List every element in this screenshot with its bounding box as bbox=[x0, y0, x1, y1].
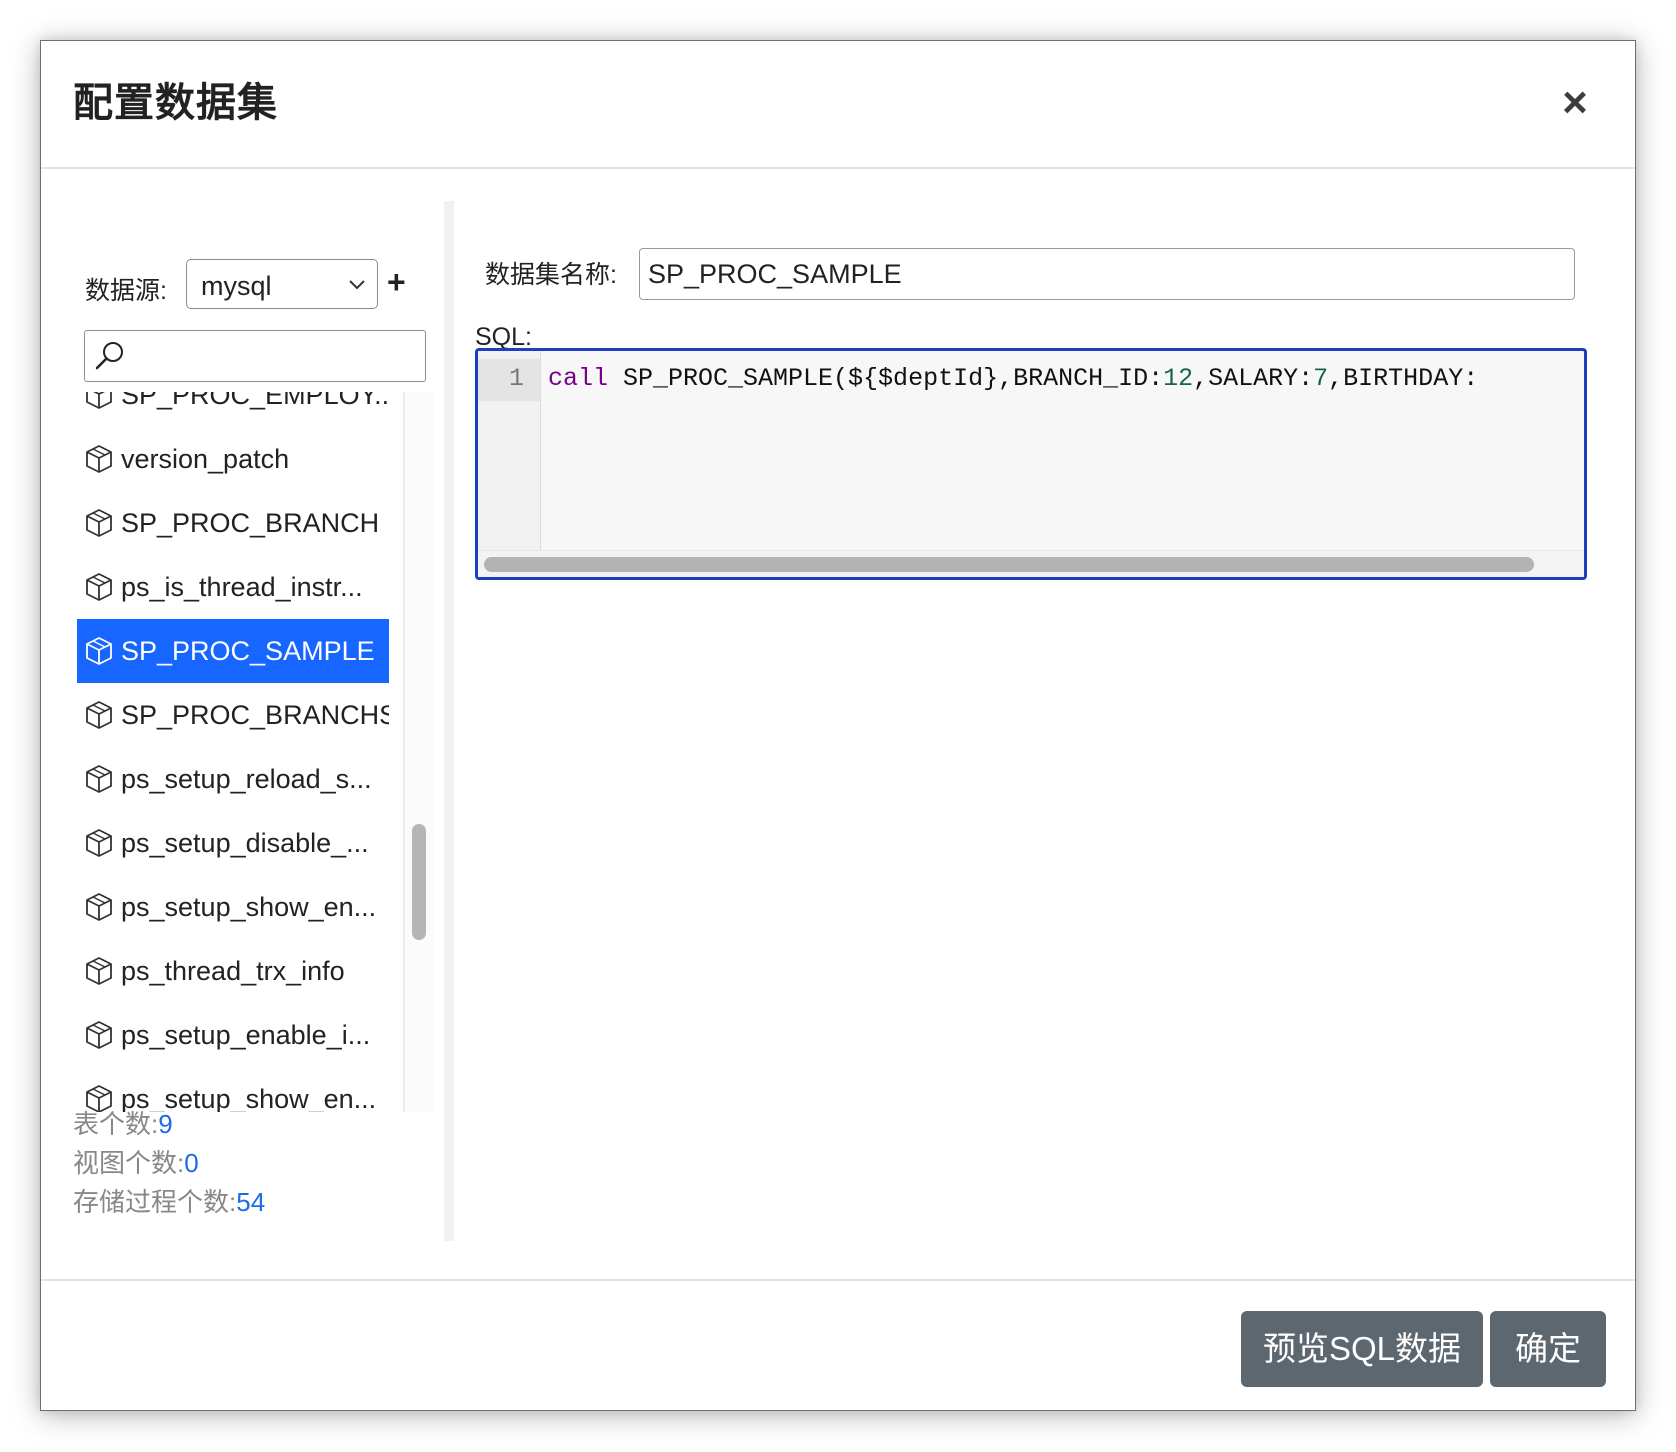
preview-sql-button[interactable]: 预览SQL数据 bbox=[1241, 1311, 1483, 1387]
list-item[interactable]: SP_PROC_EMPLOY... bbox=[77, 392, 389, 427]
line-number: 1 bbox=[508, 364, 524, 393]
stat-procs-label: 存储过程个数: bbox=[73, 1187, 237, 1217]
cube-icon bbox=[86, 509, 112, 537]
editor-horizontal-scrollbar[interactable] bbox=[478, 550, 1584, 577]
list-item-label: SP_PROC_BRANCH bbox=[121, 507, 380, 538]
list-item[interactable]: ps_is_thread_instr... bbox=[77, 555, 389, 619]
stat-views-value: 0 bbox=[184, 1148, 199, 1178]
stat-procs-value: 54 bbox=[236, 1187, 266, 1217]
stat-views-label: 视图个数: bbox=[73, 1148, 185, 1178]
list-item-label: SP_PROC_BRANCHS bbox=[121, 699, 389, 730]
list-item[interactable]: ps_setup_disable_... bbox=[77, 811, 389, 875]
chevron-down-icon bbox=[349, 280, 365, 290]
cube-icon bbox=[86, 829, 112, 857]
editor-gutter: 1 bbox=[478, 351, 541, 551]
dataset-name-input[interactable] bbox=[639, 248, 1575, 300]
stat-tables-label: 表个数: bbox=[73, 1109, 159, 1139]
list-item[interactable]: ps_setup_enable_i... bbox=[77, 1003, 389, 1067]
list-item[interactable]: SP_PROC_BRANCH bbox=[77, 491, 389, 555]
search-icon bbox=[95, 342, 123, 370]
sql-editor[interactable]: 1 call SP_PROC_SAMPLE(${$deptId},BRANCH_… bbox=[475, 348, 1587, 580]
editor-scrollbar-thumb[interactable] bbox=[484, 557, 1534, 572]
cube-icon bbox=[86, 957, 112, 985]
table-search-box bbox=[84, 330, 426, 382]
dialog-header: 配置数据集 × bbox=[41, 41, 1635, 169]
list-item-label: ps_is_thread_instr... bbox=[121, 571, 363, 602]
table-list: SP_PROC_EMPLOY... version_patch SP_PROC_BR… bbox=[77, 392, 433, 1112]
list-item[interactable]: SP_PROC_BRANCHS bbox=[77, 683, 389, 747]
datasource-pane: 数据源: mysql + SP_PROC_EMPLOY... version_pa… bbox=[41, 167, 441, 1279]
cube-icon bbox=[86, 1021, 112, 1049]
list-item-label: ps_setup_reload_s... bbox=[121, 763, 372, 794]
cube-icon bbox=[86, 701, 112, 729]
cube-icon bbox=[86, 573, 112, 601]
code-number-1: 12 bbox=[1163, 364, 1194, 393]
list-item-label: SP_PROC_EMPLOY... bbox=[121, 392, 389, 410]
stat-procs: 存储过程个数:54 bbox=[73, 1183, 265, 1222]
list-item-label: version_patch bbox=[121, 443, 290, 474]
list-scrollbar[interactable] bbox=[403, 392, 433, 1112]
confirm-button[interactable]: 确定 bbox=[1490, 1311, 1606, 1387]
code-keyword: call bbox=[548, 364, 609, 393]
dataset-name-label: 数据集名称: bbox=[485, 261, 617, 289]
list-item-label: ps_thread_trx_info bbox=[121, 955, 345, 986]
list-item-label: ps_setup_enable_i... bbox=[121, 1019, 371, 1050]
table-list-items: SP_PROC_EMPLOY... version_patch SP_PROC_BR… bbox=[77, 392, 389, 1112]
code-text-1: SP_PROC_SAMPLE(${$deptId},BRANCH_ID: bbox=[608, 364, 1164, 393]
datasource-label: 数据源: bbox=[85, 277, 167, 305]
code-number-2: 7 bbox=[1313, 364, 1329, 393]
stat-tables: 表个数:9 bbox=[73, 1105, 265, 1144]
list-item[interactable]: version_patch bbox=[77, 427, 389, 491]
code-text-3: ,BIRTHDAY: bbox=[1328, 364, 1479, 393]
list-item[interactable]: SP_PROC_SAMPLE bbox=[77, 619, 389, 683]
list-item-label: SP_PROC_SAMPLE bbox=[121, 635, 375, 666]
code-line[interactable]: call SP_PROC_SAMPLE(${$deptId},BRANCH_ID… bbox=[548, 364, 1478, 393]
list-item[interactable]: ps_thread_trx_info bbox=[77, 939, 389, 1003]
footer-divider bbox=[41, 1279, 1635, 1281]
list-item-label: ps_setup_disable_... bbox=[121, 827, 369, 858]
cube-icon bbox=[86, 893, 112, 921]
pane-divider[interactable] bbox=[444, 201, 454, 1241]
cube-icon bbox=[86, 392, 112, 409]
stat-tables-value: 9 bbox=[158, 1109, 173, 1139]
datasource-stats: 表个数:9 视图个数:0 存储过程个数:54 bbox=[73, 1105, 265, 1222]
datasource-selected-value: mysql bbox=[201, 271, 272, 301]
dialog-title: 配置数据集 bbox=[73, 81, 278, 125]
config-dataset-dialog: 配置数据集 × 数据源: mysql + SP_PROC_EMPLOY...ve… bbox=[40, 40, 1636, 1411]
cube-icon bbox=[86, 765, 112, 793]
add-datasource-button[interactable]: + bbox=[387, 263, 406, 301]
list-item[interactable]: ps_setup_show_en... bbox=[77, 875, 389, 939]
list-scrollbar-thumb[interactable] bbox=[412, 824, 426, 940]
cube-icon bbox=[86, 445, 112, 473]
table-search-input[interactable] bbox=[133, 335, 419, 377]
cube-icon bbox=[86, 637, 112, 665]
list-item[interactable]: ps_setup_reload_s... bbox=[77, 747, 389, 811]
code-text-2: ,SALARY: bbox=[1193, 364, 1314, 393]
stat-views: 视图个数:0 bbox=[73, 1144, 265, 1183]
list-item-label: ps_setup_show_en... bbox=[121, 891, 377, 922]
close-icon[interactable]: × bbox=[1551, 79, 1599, 127]
datasource-select[interactable]: mysql bbox=[186, 259, 378, 309]
